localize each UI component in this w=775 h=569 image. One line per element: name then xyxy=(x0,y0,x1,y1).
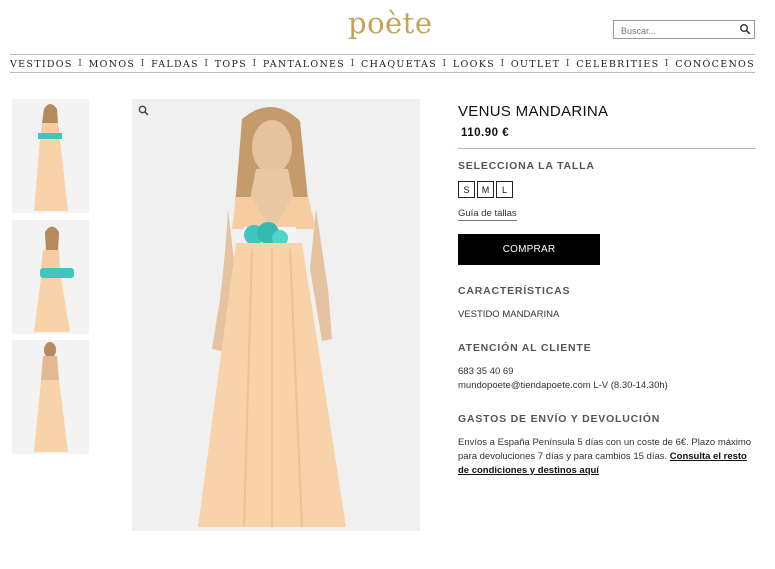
nav-item-monos[interactable]: MONOS xyxy=(89,59,136,70)
thumbnail-front[interactable] xyxy=(12,99,89,213)
nav-separator: I xyxy=(350,59,356,69)
price-divider xyxy=(458,148,756,149)
product-title: VENUS MANDARINA xyxy=(458,103,609,120)
nav-item-vestidos[interactable]: VESTIDOS xyxy=(10,59,73,70)
size-heading: SELECCIONA LA TALLA xyxy=(458,160,595,172)
size-option-l[interactable]: L xyxy=(496,181,513,198)
thumbnail-front-image xyxy=(12,99,89,213)
nav-item-tops[interactable]: TOPS xyxy=(215,59,247,70)
product-main-image[interactable] xyxy=(132,99,420,531)
size-option-s[interactable]: S xyxy=(458,181,475,198)
support-heading: ATENCIÓN AL CLIENTE xyxy=(458,342,592,354)
nav-top-rule xyxy=(10,54,755,55)
nav-item-outlet[interactable]: OUTLET xyxy=(511,59,561,70)
size-guide-link[interactable]: Guía de tallas xyxy=(458,208,517,221)
thumbnail-back[interactable] xyxy=(12,340,89,454)
nav-separator: I xyxy=(664,59,670,69)
main-nav: VESTIDOS I MONOS I FALDAS I TOPS I PANTA… xyxy=(10,57,755,71)
thumbnail-side-image xyxy=(12,220,89,334)
features-text: VESTIDO MANDARINA xyxy=(458,309,560,320)
product-price: 110.90 € xyxy=(461,127,510,139)
nav-item-conocenos[interactable]: CONÓCENOS xyxy=(675,59,755,70)
model-photo xyxy=(132,99,420,531)
nav-item-pantalones[interactable]: PANTALONES xyxy=(263,59,345,70)
support-email-hours: mundopoete@tiendapoete.com L-V (8.30-14.… xyxy=(458,380,668,391)
nav-separator: I xyxy=(204,59,210,69)
nav-bottom-rule xyxy=(10,72,755,73)
thumbnail-back-image xyxy=(12,340,89,454)
buy-button[interactable]: COMPRAR xyxy=(458,234,600,265)
support-phone: 683 35 40 69 xyxy=(458,366,514,377)
zoom-icon[interactable] xyxy=(138,105,149,116)
nav-separator: I xyxy=(442,59,448,69)
nav-separator: I xyxy=(252,59,258,69)
thumbnail-side[interactable] xyxy=(12,220,89,334)
nav-item-chaquetas[interactable]: CHAQUETAS xyxy=(361,59,437,70)
size-selector: S M L xyxy=(458,181,513,198)
nav-item-faldas[interactable]: FALDAS xyxy=(151,59,199,70)
size-option-m[interactable]: M xyxy=(477,181,494,198)
nav-item-celebrities[interactable]: CELEBRITIES xyxy=(576,59,659,70)
features-heading: CARACTERÍSTICAS xyxy=(458,285,571,297)
search-input[interactable] xyxy=(621,22,739,40)
search-icon[interactable] xyxy=(739,23,751,35)
nav-separator: I xyxy=(565,59,571,69)
shipping-info: Envíos a España Península 5 días con un … xyxy=(458,436,755,478)
search-box xyxy=(613,20,755,40)
nav-item-looks[interactable]: LOOKS xyxy=(453,59,495,70)
shipping-heading: GASTOS DE ENVÍO Y DEVOLUCIÓN xyxy=(458,413,661,425)
nav-separator: I xyxy=(500,59,506,69)
brand-logo[interactable]: poète xyxy=(348,6,433,40)
nav-separator: I xyxy=(78,59,84,69)
nav-separator: I xyxy=(140,59,146,69)
